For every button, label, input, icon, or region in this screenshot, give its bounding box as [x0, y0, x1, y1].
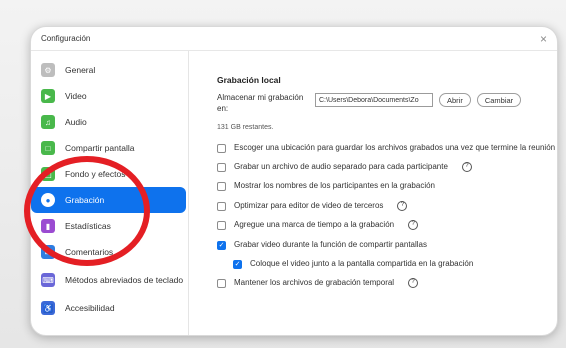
comment-icon: ✉	[41, 245, 55, 259]
checkbox-unchecked[interactable]	[217, 162, 226, 172]
option-label: Escoger una ubicación para guardar los a…	[234, 142, 556, 152]
sidebar-item-label: Métodos abreviados de teclado	[65, 274, 184, 285]
option-optimize-editor[interactable]: Optimizar para editor de video de tercer…	[217, 200, 557, 211]
settings-content: ⚙ General ▶ Video ♫ Audio □ Compartir pa…	[31, 51, 557, 335]
info-icon[interactable]: ?	[408, 278, 419, 289]
headphone-icon: ♫	[41, 115, 55, 129]
checkbox-unchecked[interactable]	[217, 143, 226, 153]
gear-icon: ⚙	[41, 63, 55, 77]
checkbox-unchecked[interactable]	[217, 221, 226, 231]
record-icon: ●	[41, 193, 55, 207]
video-icon: ▶	[41, 89, 55, 103]
sidebar-item-label: General	[65, 64, 96, 75]
sidebar-item-accessibility[interactable]: ♿ Accesibilidad	[31, 295, 188, 321]
sidebar-item-label: Compartir pantalla	[65, 142, 135, 153]
sidebar-item-general[interactable]: ⚙ General	[31, 57, 188, 83]
checkbox-unchecked[interactable]	[217, 279, 226, 289]
free-space-text: 131 GB restantes.	[217, 123, 274, 131]
background-effects-icon: ◩	[41, 167, 55, 181]
option-label: Mantener los archivos de grabación tempo…	[234, 278, 395, 288]
sidebar-item-recording[interactable]: ● Grabación	[31, 187, 186, 213]
store-location-row: Almacenar mi grabación en: Abrir Cambiar	[217, 93, 557, 115]
sidebar-item-label: Video	[65, 90, 87, 101]
option-label: Agregue una marca de tiempo a la grabaci…	[234, 220, 395, 230]
option-label: Grabar un archivo de audio separado para…	[234, 161, 448, 171]
sidebar-item-label: Accesibilidad	[65, 302, 115, 313]
option-label: Coloque el video junto a la pantalla com…	[250, 258, 474, 268]
sidebar-item-share-screen[interactable]: □ Compartir pantalla	[31, 135, 188, 161]
change-button[interactable]: Cambiar	[476, 93, 522, 107]
option-label: Grabar video durante la función de compa…	[234, 239, 427, 249]
sidebar-item-label: Grabación	[65, 194, 105, 205]
checkbox-unchecked[interactable]	[217, 201, 226, 211]
section-title: Grabación local	[217, 75, 281, 85]
option-record-video-share[interactable]: ✓ Grabar video durante la función de com…	[217, 240, 557, 250]
checkbox-checked[interactable]: ✓	[233, 259, 242, 269]
statistics-icon: ▮	[41, 219, 55, 233]
store-location-label: Almacenar mi grabación en:	[217, 93, 304, 113]
option-label: Mostrar los nombres de los participantes…	[234, 181, 435, 191]
sidebar-item-label: Audio	[65, 116, 87, 127]
checkbox-unchecked[interactable]	[217, 182, 226, 192]
recording-path-input[interactable]	[315, 93, 433, 107]
option-separate-audio[interactable]: Grabar un archivo de audio separado para…	[217, 161, 557, 172]
sidebar-item-label: Fondo y efectos	[65, 168, 126, 179]
settings-window: Configuración × ⚙ General ▶ Video ♫ Audi…	[30, 26, 558, 336]
sidebar-item-background-effects[interactable]: ◩ Fondo y efectos	[31, 161, 188, 187]
sidebar-item-keyboard-shortcuts[interactable]: ⌨ Métodos abreviados de teclado	[31, 265, 188, 295]
recording-settings-panel: Grabación local Almacenar mi grabación e…	[189, 51, 557, 335]
title-bar: Configuración ×	[31, 27, 557, 51]
option-timestamp[interactable]: Agregue una marca de tiempo a la grabaci…	[217, 220, 557, 231]
option-keep-temp-files[interactable]: Mantener los archivos de grabación tempo…	[217, 278, 557, 289]
info-icon[interactable]: ?	[461, 161, 472, 172]
checkbox-checked[interactable]: ✓	[217, 240, 226, 250]
info-icon[interactable]: ?	[408, 220, 419, 231]
option-show-names[interactable]: Mostrar los nombres de los participantes…	[217, 181, 557, 192]
keyboard-icon: ⌨	[41, 273, 55, 287]
screenshot-stage: Configuración × ⚙ General ▶ Video ♫ Audi…	[0, 0, 566, 348]
close-icon[interactable]: ×	[540, 33, 547, 45]
sidebar-item-comments[interactable]: ✉ Comentarios	[31, 239, 188, 265]
accessibility-icon: ♿	[41, 301, 55, 315]
share-screen-icon: □	[41, 141, 55, 155]
option-video-next-share[interactable]: ✓ Coloque el video junto a la pantalla c…	[217, 259, 557, 269]
option-label: Optimizar para editor de video de tercer…	[234, 200, 384, 210]
sidebar-item-label: Estadísticas	[65, 220, 111, 231]
sidebar-item-label: Comentarios	[65, 246, 114, 257]
option-choose-location[interactable]: Escoger una ubicación para guardar los a…	[217, 143, 557, 153]
sidebar-item-audio[interactable]: ♫ Audio	[31, 109, 188, 135]
open-button[interactable]: Abrir	[439, 93, 471, 107]
sidebar-item-video[interactable]: ▶ Video	[31, 83, 188, 109]
info-icon[interactable]: ?	[397, 200, 408, 211]
sidebar-item-statistics[interactable]: ▮ Estadísticas	[31, 213, 188, 239]
window-title: Configuración	[41, 34, 91, 43]
settings-sidebar: ⚙ General ▶ Video ♫ Audio □ Compartir pa…	[31, 51, 189, 335]
